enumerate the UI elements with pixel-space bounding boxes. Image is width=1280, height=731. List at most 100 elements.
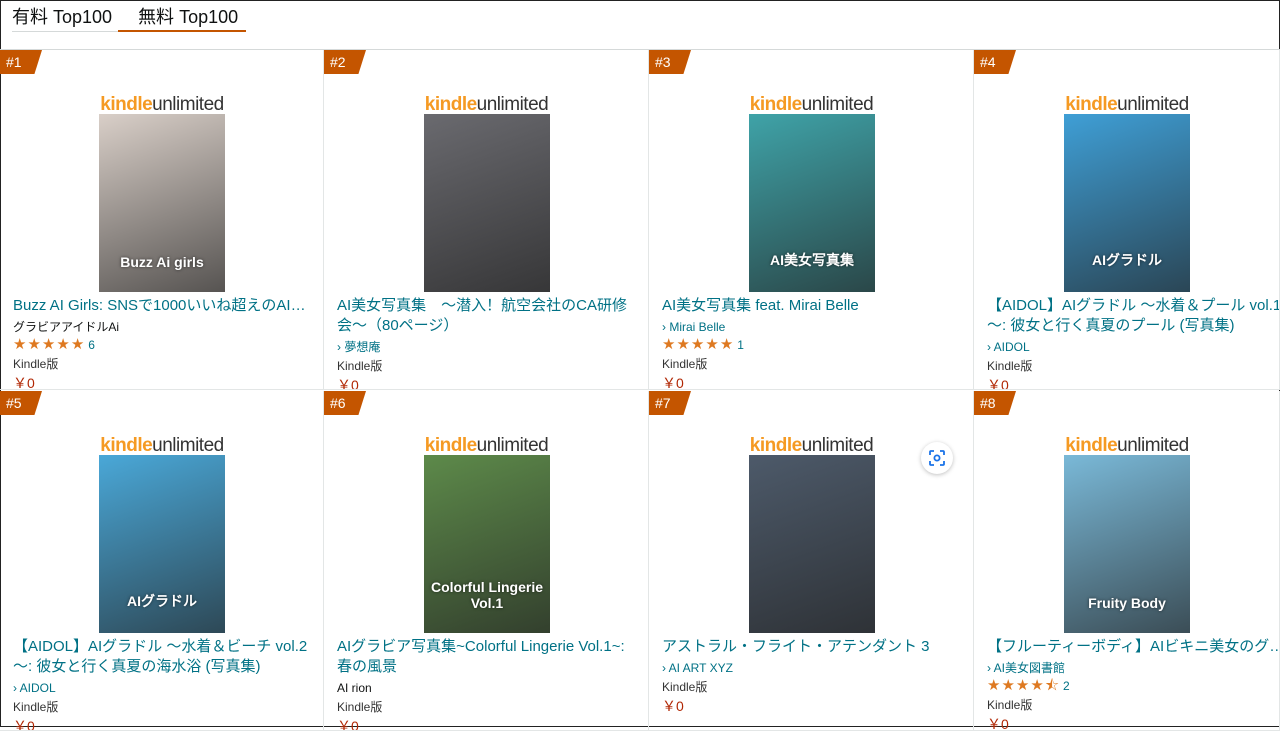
book-meta: › AIDOL Kindle版 ￥0 (13, 679, 313, 731)
cover-title-text: AIグラドル (1092, 252, 1162, 268)
book-meta: › Mirai Belle ★ ★ ★ ★ ★ 1 Kindle版 ￥0 (662, 318, 962, 390)
author-name[interactable]: › 夢想庵 (337, 338, 637, 356)
book-title-link[interactable]: AIグラビア写真集~Colorful Lingerie Vol.1~: 春の風景 (337, 637, 637, 677)
price: ￥0 (337, 718, 359, 731)
book-title-link[interactable]: Buzz AI Girls: SNSで1000いいね超えのAI… (13, 296, 313, 316)
star-full-icon: ★ (13, 336, 27, 353)
product-card[interactable]: #8 kindleunlimited Fruity Body 【フルーティーボディ】A… (974, 391, 1280, 731)
book-title-link[interactable]: 【フルーティーボディ】AIビキニ美女のグラ… (987, 637, 1279, 657)
format-label: Kindle版 (337, 700, 383, 714)
visual-search-icon[interactable] (921, 442, 953, 474)
ku-kindle-text: kindle (749, 94, 802, 115)
rating-count[interactable]: 2 (1063, 679, 1070, 693)
ku-unlimited-text: unlimited (1117, 435, 1189, 456)
format-label: Kindle版 (987, 698, 1033, 712)
product-card[interactable]: #7 kindleunlimited アストラル・フライト・アテンダント 3 › AI… (649, 391, 974, 731)
book-title-link[interactable]: 【AIDOL】AIグラドル ～水着＆プール vol.1～: 彼女と行く真夏のプー… (987, 296, 1279, 336)
book-cover-image[interactable]: Buzz Ai girls (99, 114, 225, 292)
book-cover-image[interactable]: AIグラドル (99, 455, 225, 633)
price: ￥0 (13, 375, 35, 390)
format-label: Kindle版 (662, 680, 708, 694)
product-card[interactable]: #6 kindleunlimited Colorful Lingerie Vol.1… (324, 391, 649, 731)
book-meta: グラビアアイドルAi ★ ★ ★ ★ ★ 6 Kindle版 ￥0 (13, 318, 313, 390)
star-full-icon: ★ (1001, 677, 1015, 694)
price: ￥0 (662, 375, 684, 390)
rank-badge: #2 (324, 50, 366, 74)
star-half-icon: ⯪ (1044, 677, 1060, 694)
author-name[interactable]: › AI美女図書館 (987, 659, 1279, 677)
author-name[interactable]: › AIDOL (987, 338, 1279, 356)
rating-stars[interactable]: ★ ★ ★ ★ ★ 1 (662, 336, 962, 354)
rating-stars[interactable]: ★ ★ ★ ★ ⯪ 2 (987, 677, 1279, 695)
kindle-unlimited-logo: kindleunlimited (0, 94, 323, 116)
book-title-link[interactable]: AI美女写真集 ～潜入！航空会社のCA研修会～（80ページ） (337, 296, 637, 336)
ku-unlimited-text: unlimited (801, 94, 874, 115)
ku-unlimited-text: unlimited (801, 435, 874, 456)
product-grid: #1 kindleunlimited Buzz Ai girls Buzz AI Gi… (0, 50, 1280, 731)
star-full-icon: ★ (41, 336, 56, 353)
author-name[interactable]: › AIDOL (13, 679, 313, 697)
book-title-link[interactable]: 【AIDOL】AIグラドル ～水着＆ビーチ vol.2～: 彼女と行く真夏の海水… (13, 637, 313, 677)
rating-stars[interactable]: ★ ★ ★ ★ ★ 6 (13, 336, 313, 354)
format-label: Kindle版 (987, 359, 1033, 373)
kindle-unlimited-logo: kindleunlimited (324, 94, 648, 116)
book-meta: › 夢想庵 Kindle版 ￥0 (337, 338, 637, 390)
cover-title-text: AIグラドル (127, 593, 197, 609)
book-title-link[interactable]: アストラル・フライト・アテンダント 3 (662, 637, 962, 657)
product-card[interactable]: #5 kindleunlimited AIグラドル【AIDOL】AIグラドル ～水着… (0, 391, 324, 731)
price: ￥0 (337, 377, 359, 390)
product-card[interactable]: #2 kindleunlimited AI美女写真集 ～潜入！航空会社のCA研修会～… (324, 50, 649, 390)
ku-unlimited-text: unlimited (152, 435, 224, 456)
ranking-tabs: 有料 Top100 無料 Top100 (12, 6, 247, 32)
product-card[interactable]: #1 kindleunlimited Buzz Ai girls Buzz AI Gi… (0, 50, 324, 390)
star-full-icon: ★ (1030, 677, 1044, 694)
author-name[interactable]: › AI ART XYZ (662, 659, 962, 677)
rating-count[interactable]: 6 (88, 338, 95, 352)
rank-badge: #6 (324, 391, 366, 415)
star-full-icon: ★ (987, 677, 1001, 694)
star-full-icon: ★ (719, 336, 734, 353)
format-label: Kindle版 (337, 359, 383, 373)
book-cover-image[interactable]: Fruity Body (1064, 455, 1190, 633)
product-card[interactable]: #3 kindleunlimited AI美女写真集 AI美女写真集 feat. Mi… (649, 50, 974, 390)
book-cover-image[interactable] (749, 455, 875, 633)
ku-kindle-text: kindle (1065, 94, 1118, 115)
ku-kindle-text: kindle (424, 435, 477, 456)
author-name: AI rion (337, 681, 372, 695)
cover-title-text: Buzz Ai girls (120, 254, 204, 270)
ku-unlimited-text: unlimited (476, 435, 549, 456)
book-title-link[interactable]: AI美女写真集 feat. Mirai Belle (662, 296, 962, 316)
book-cover-image[interactable]: AIグラドル (1064, 114, 1190, 292)
author-name: グラビアアイドルAi (13, 320, 120, 334)
book-meta: › AI ART XYZ Kindle版 ￥0 (662, 659, 962, 715)
ku-kindle-text: kindle (100, 435, 153, 456)
cover-title-text: AI美女写真集 (770, 252, 854, 268)
rank-badge: #1 (0, 50, 42, 74)
price: ￥0 (987, 716, 1009, 731)
kindle-unlimited-logo: kindleunlimited (324, 435, 648, 457)
star-full-icon: ★ (662, 336, 676, 353)
tab-free-top100[interactable]: 無料 Top100 (118, 6, 247, 32)
ku-unlimited-text: unlimited (152, 94, 224, 115)
rating-count[interactable]: 1 (737, 338, 744, 352)
book-cover-image[interactable]: Colorful Lingerie Vol.1 (424, 455, 550, 633)
rank-badge: #8 (974, 391, 1016, 415)
kindle-unlimited-logo: kindleunlimited (974, 94, 1279, 116)
product-card[interactable]: #4 kindleunlimited AIグラドル【AIDOL】AIグラドル ～水着… (974, 50, 1280, 390)
book-cover-image[interactable]: AI美女写真集 (749, 114, 875, 292)
rank-badge: #4 (974, 50, 1016, 74)
star-full-icon: ★ (70, 336, 85, 353)
ku-unlimited-text: unlimited (476, 94, 549, 115)
author-name[interactable]: › Mirai Belle (662, 318, 962, 336)
ku-kindle-text: kindle (1065, 435, 1118, 456)
kindle-unlimited-logo: kindleunlimited (974, 435, 1279, 457)
star-full-icon: ★ (705, 336, 719, 353)
book-meta: › AI美女図書館 ★ ★ ★ ★ ⯪ 2 Kindle版 ￥0 (987, 659, 1279, 731)
price: ￥0 (13, 718, 35, 731)
rank-badge: #5 (0, 391, 42, 415)
ku-kindle-text: kindle (424, 94, 477, 115)
book-cover-image[interactable] (424, 114, 550, 292)
ku-kindle-text: kindle (749, 435, 802, 456)
kindle-unlimited-logo: kindleunlimited (0, 435, 323, 457)
tab-paid-top100[interactable]: 有料 Top100 (12, 6, 121, 32)
